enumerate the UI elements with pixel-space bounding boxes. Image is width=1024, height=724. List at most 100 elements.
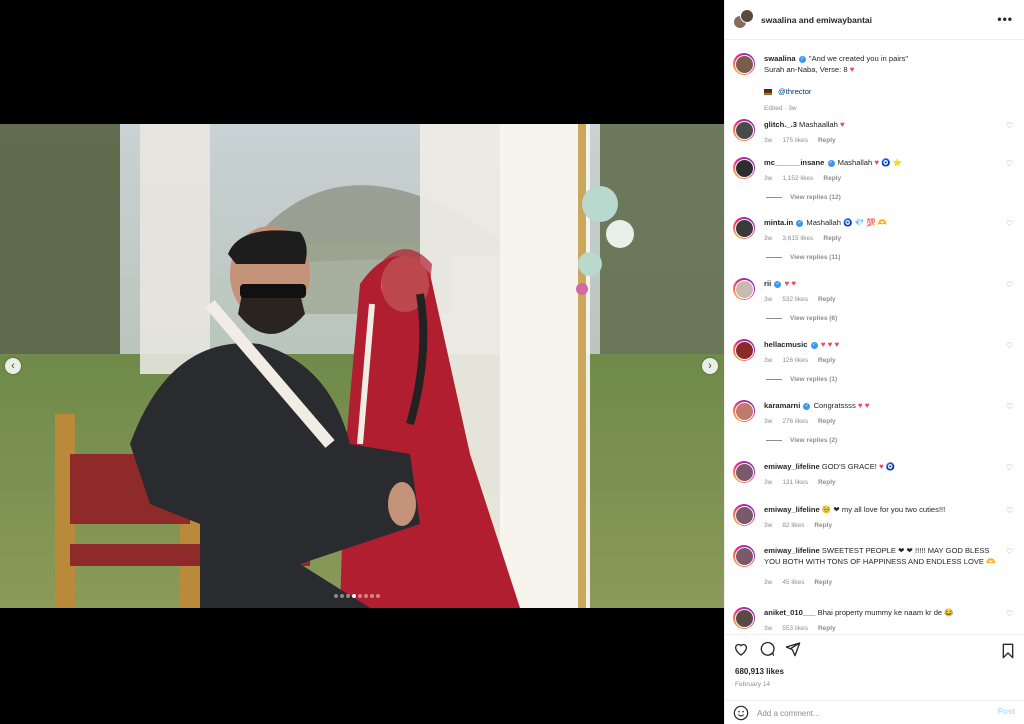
comment-icon[interactable] [759,641,775,657]
emoji-icon[interactable] [733,705,749,721]
commenter-avatar[interactable] [733,607,755,629]
view-replies-button[interactable]: View replies (11) [766,254,840,261]
caption-edited-time: Edited · 3w [764,105,797,112]
caption-username[interactable]: swaalina [764,54,796,63]
reply-button[interactable]: Reply [823,175,841,182]
commenter-avatar[interactable] [733,339,755,361]
comment-emoji: 🧿 ⭐ [881,158,903,167]
comment-username[interactable]: emiway_lifeline [764,546,820,555]
post-comment-button[interactable]: Post [998,707,1015,716]
post-photo [0,124,724,608]
comment-username[interactable]: emiway_lifeline [764,462,820,471]
comment-like-icon[interactable]: ♡ [1006,280,1013,289]
comment-likes[interactable]: 276 likes [782,418,808,425]
view-replies-label: View replies (11) [790,254,841,261]
comment-time: 3w [764,418,773,425]
reply-button[interactable]: Reply [814,522,832,529]
verified-icon: ✓ [810,341,818,349]
caption-line-1: "And we created you in pairs" [808,54,909,63]
post-authors[interactable]: swaalina and emiwaybantai [761,15,872,25]
verified-icon: ✓ [796,219,804,227]
comment-username[interactable]: glitch._.3 [764,120,797,129]
comment-text: Congratssss [813,401,856,410]
view-replies-button[interactable]: View replies (2) [766,437,837,444]
heart-icon: ♥ [874,158,880,167]
comment-emoji: 🧿 [885,462,896,471]
like-icon[interactable] [733,641,749,657]
comment-likes[interactable]: 532 likes [782,296,808,303]
carousel-next-button[interactable]: › [702,358,718,374]
comment-like-icon[interactable]: ♡ [1006,402,1013,411]
comment-time: 3w [764,522,773,529]
comment-likes[interactable]: 131 likes [782,479,808,486]
view-replies-button[interactable]: View replies (12) [766,194,841,201]
comment-username[interactable]: mc______insane [764,158,824,167]
heart-icon: ♥ [879,462,884,471]
comment-like-icon[interactable]: ♡ [1006,609,1013,618]
reply-button[interactable]: Reply [818,418,836,425]
comment-text: Mashallah [837,158,873,167]
comment-text: Bhai property mummy ke naam kr de [817,608,943,617]
post-media: ‹ › [0,0,724,724]
view-replies-button[interactable]: View replies (1) [766,376,837,383]
reply-button[interactable]: Reply [823,235,841,242]
comment-like-icon[interactable]: ♡ [1006,121,1013,130]
comment-username[interactable]: hellacmusic [764,340,807,349]
comments-list[interactable]: swaalina ✓ "And we created you in pairs"… [725,41,1024,633]
comment-emoji: 😂 [944,608,954,617]
carousel-dot [334,594,338,598]
reply-button[interactable]: Reply [814,579,832,586]
verified-icon: ✓ [798,55,806,63]
commenter-avatar[interactable] [733,545,755,567]
heart-icon: ♥ [827,340,833,349]
comment-like-icon[interactable]: ♡ [1006,547,1013,556]
comment-likes[interactable]: 553 likes [782,625,808,632]
comment-username[interactable]: minta.in [764,218,793,227]
reply-button[interactable]: Reply [818,479,836,486]
comment-like-icon[interactable]: ♡ [1006,159,1013,168]
comment-text: Mashallah [806,218,841,227]
view-replies-button[interactable]: View replies (6) [766,315,837,322]
comment-username[interactable]: karamarni [764,401,800,410]
reply-button[interactable]: Reply [818,296,836,303]
comment-like-icon[interactable]: ♡ [1006,341,1013,350]
comment-likes[interactable]: 45 likes [782,579,804,586]
divider [766,196,782,198]
save-icon[interactable] [1001,643,1015,659]
comment-like-icon[interactable]: ♡ [1006,219,1013,228]
commenter-avatar[interactable] [733,217,755,239]
heart-icon: ♥ [784,279,790,288]
add-comment-bar: Post [725,700,1024,724]
comment-likes[interactable]: 82 likes [782,522,804,529]
share-icon[interactable] [785,641,801,657]
commenter-avatar[interactable] [733,157,755,179]
reply-button[interactable]: Reply [818,625,836,632]
collab-avatars[interactable] [733,8,755,31]
commenter-avatar[interactable] [733,119,755,141]
reply-button[interactable]: Reply [818,357,836,364]
comment-likes[interactable]: 126 likes [782,357,808,364]
comment-likes[interactable]: 3,615 likes [782,235,813,242]
heart-icon: ♥ [864,401,870,410]
comment-username[interactable]: emiway_lifeline [764,505,820,514]
commenter-avatar[interactable] [733,278,755,300]
comment-username[interactable]: rii [764,279,771,288]
likes-count[interactable]: 680,913 likes [735,667,784,676]
reply-button[interactable]: Reply [818,137,836,144]
comment-likes[interactable]: 175 likes [782,137,808,144]
commenter-avatar[interactable] [733,400,755,422]
commenter-avatar[interactable] [733,461,755,483]
comment-like-icon[interactable]: ♡ [1006,506,1013,515]
comment-input[interactable] [757,705,987,721]
comment-text: GOD'S GRACE! [821,462,877,471]
caption-mention[interactable]: @thrector [778,87,811,96]
author-avatar[interactable] [733,53,755,75]
verified-icon: ✓ [827,159,835,167]
comment-username[interactable]: aniket_010___ [764,608,816,617]
commenter-avatar[interactable] [733,504,755,526]
carousel-prev-button[interactable]: ‹ [5,358,21,374]
post-date: February 14 [735,681,771,688]
more-options-icon[interactable]: ••• [997,12,1013,26]
comment-like-icon[interactable]: ♡ [1006,463,1013,472]
comment-likes[interactable]: 1,152 likes [782,175,813,182]
